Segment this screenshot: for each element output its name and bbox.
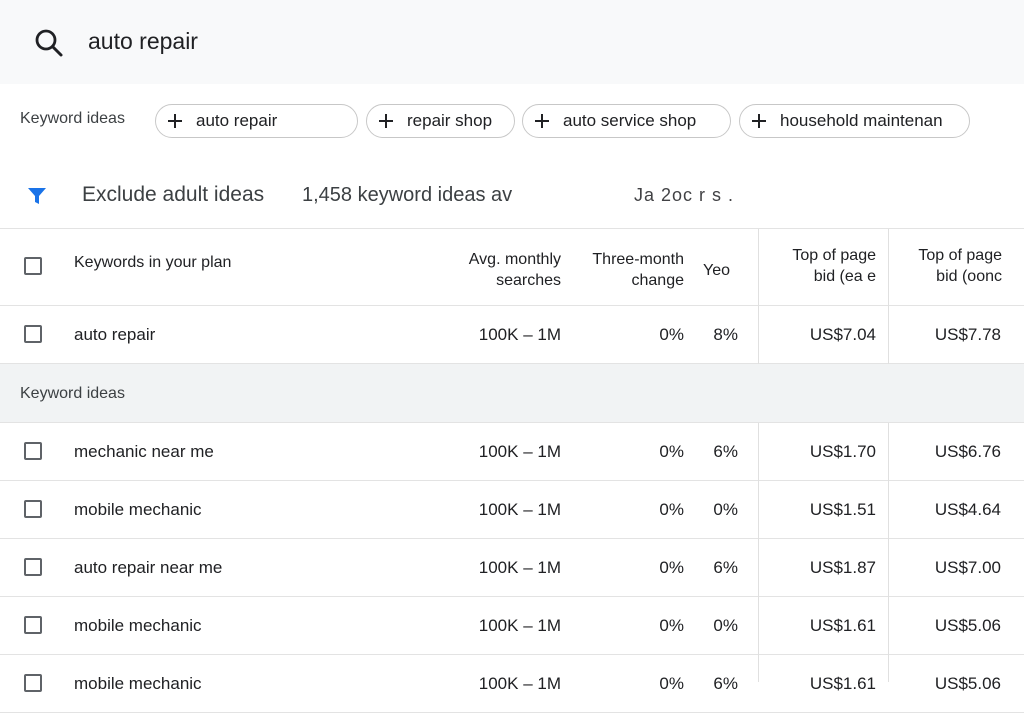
header-line: bid (ea e [813, 268, 876, 285]
chip-label: household maintenan [780, 111, 943, 130]
col-header-yoy-change[interactable]: Yeo [703, 260, 730, 281]
col-header-three-month-change[interactable]: Three-month change [570, 249, 684, 291]
avg-searches-cell: 100K – 1M [478, 442, 561, 461]
chip-repair-shop[interactable]: repair shop [366, 104, 515, 138]
keyword-cell: auto repair near me [74, 558, 223, 577]
avg-searches-cell: 100K – 1M [478, 674, 561, 693]
search-input[interactable]: auto repair [88, 28, 198, 55]
table-row[interactable]: mechanic near me 100K – 1M 0% 6% US$1.70… [0, 423, 1024, 481]
section-label: Keyword ideas [20, 385, 125, 402]
avg-searches-cell: 100K – 1M [478, 558, 561, 577]
filter-bar: Exclude adult ideas 1,458 keyword ideas … [0, 160, 1024, 229]
table-row[interactable]: mobile mechanic 100K – 1M 0% 0% US$1.51 … [0, 481, 1024, 539]
table-row[interactable]: auto repair 100K – 1M 0% 8% US$7.04 US$7… [0, 306, 1024, 364]
header-line: Three-month [592, 251, 684, 268]
yoy-cell: 6% [713, 558, 738, 577]
column-divider [758, 229, 759, 364]
keyword-ideas-section: Keyword ideas [0, 364, 1024, 423]
row-checkbox[interactable] [24, 442, 42, 460]
yoy-cell: 0% [713, 500, 738, 519]
top-bid-low-cell: US$1.87 [809, 558, 876, 577]
top-bid-low-cell: US$1.70 [809, 442, 876, 461]
keyword-ideas-chips: Keyword ideas auto repair repair shop au… [0, 84, 1024, 161]
top-bid-high-cell: US$5.06 [934, 674, 1001, 693]
header-line: Top of page [918, 247, 1002, 264]
yoy-cell: 8% [713, 325, 738, 344]
table-row[interactable]: auto repair near me 100K – 1M 0% 6% US$1… [0, 539, 1024, 597]
top-bid-high-cell: US$7.78 [934, 325, 1001, 344]
top-bid-high-cell: US$4.64 [934, 500, 1001, 519]
row-checkbox[interactable] [24, 558, 42, 576]
keyword-cell: auto repair [74, 325, 156, 344]
row-checkbox[interactable] [24, 616, 42, 634]
avg-searches-cell: 100K – 1M [478, 500, 561, 519]
row-checkbox[interactable] [24, 325, 42, 343]
plus-icon [379, 114, 393, 128]
search-bar: auto repair [0, 0, 1024, 85]
header-line: change [631, 272, 685, 289]
row-checkbox[interactable] [24, 674, 42, 692]
three-month-cell: 0% [659, 500, 684, 519]
ideas-count: 1,458 keyword ideas av [302, 184, 513, 206]
chip-auto-service-shop[interactable]: auto service shop [522, 104, 731, 138]
column-divider [888, 423, 889, 682]
plus-icon [752, 114, 766, 128]
avg-searches-cell: 100K – 1M [478, 325, 561, 344]
chip-household-maintenance[interactable]: household maintenan [739, 104, 970, 138]
three-month-cell: 0% [659, 616, 684, 635]
col-header-top-bid-high[interactable]: Top of page bid (oonc [900, 245, 1002, 287]
three-month-cell: 0% [659, 558, 684, 577]
col-header-top-bid-low[interactable]: Top of page bid (ea e [770, 245, 876, 287]
row-checkbox[interactable] [24, 500, 42, 518]
top-bid-low-cell: US$1.61 [809, 616, 876, 635]
top-bid-low-cell: US$7.04 [809, 325, 876, 344]
chips-label: Keyword ideas [20, 110, 125, 127]
table-header: Keywords in your plan Avg. monthly searc… [0, 229, 1024, 306]
top-bid-high-cell: US$7.00 [934, 558, 1001, 577]
column-divider [758, 423, 759, 682]
chip-label: auto service shop [563, 111, 697, 130]
three-month-cell: 0% [659, 674, 684, 693]
three-month-cell: 0% [659, 325, 684, 344]
top-bid-low-cell: US$1.51 [809, 500, 876, 519]
yoy-cell: 6% [713, 674, 738, 693]
top-bid-low-cell: US$1.61 [809, 674, 876, 693]
chip-label: repair shop [407, 111, 493, 130]
chip-auto-repair[interactable]: auto repair [155, 104, 358, 138]
keyword-cell: mobile mechanic [74, 616, 202, 635]
plus-icon [168, 114, 182, 128]
header-line: Top of page [792, 247, 876, 264]
table-row[interactable]: mobile mechanic 100K – 1M 0% 6% US$1.61 … [0, 655, 1024, 713]
exclude-adult-ideas-filter[interactable]: Exclude adult ideas [82, 183, 264, 207]
search-icon[interactable] [33, 27, 65, 59]
column-divider [888, 229, 889, 364]
chip-label: auto repair [196, 111, 278, 130]
col-header-keyword[interactable]: Keywords in your plan [74, 252, 231, 273]
col-header-avg-monthly-searches[interactable]: Avg. monthly searches [440, 249, 561, 291]
keyword-cell: mobile mechanic [74, 674, 202, 693]
date-range[interactable]: Ja 2oc r s . [634, 185, 734, 206]
select-all-checkbox[interactable] [24, 257, 42, 275]
filter-icon[interactable] [27, 186, 47, 206]
header-line: bid (oonc [936, 268, 1002, 285]
plus-icon [535, 114, 549, 128]
header-line: Avg. monthly [468, 251, 561, 268]
keyword-cell: mobile mechanic [74, 500, 202, 519]
table-row[interactable]: mobile mechanic 100K – 1M 0% 0% US$1.61 … [0, 597, 1024, 655]
avg-searches-cell: 100K – 1M [478, 616, 561, 635]
header-line: searches [496, 272, 561, 289]
three-month-cell: 0% [659, 442, 684, 461]
yoy-cell: 6% [713, 442, 738, 461]
top-bid-high-cell: US$6.76 [934, 442, 1001, 461]
keyword-cell: mechanic near me [74, 442, 214, 461]
top-bid-high-cell: US$5.06 [934, 616, 1001, 635]
yoy-cell: 0% [713, 616, 738, 635]
